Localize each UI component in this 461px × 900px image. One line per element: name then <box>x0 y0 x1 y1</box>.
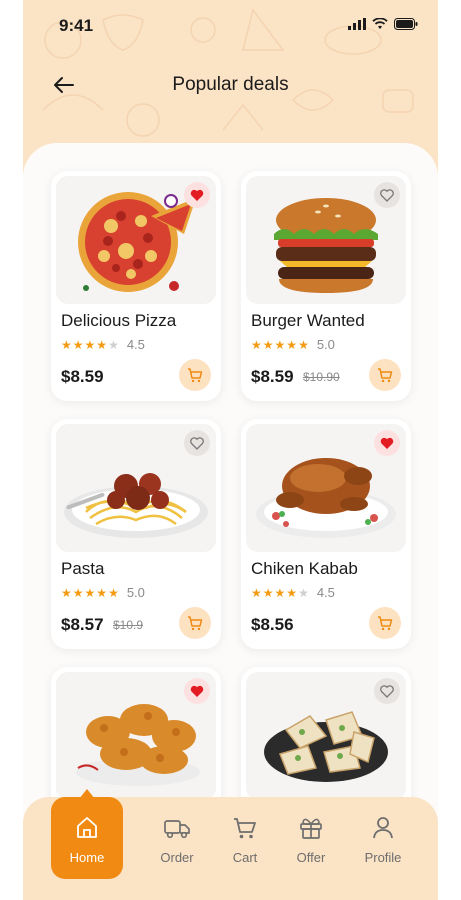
rating-score: 5.0 <box>316 337 335 352</box>
heart-outline-icon <box>380 684 394 698</box>
bottom-navigation: Home Order Cart Offer Profile <box>23 789 438 900</box>
product-name: Chiken Kabab <box>251 559 358 578</box>
cart-icon <box>378 368 393 383</box>
heart-outline-icon <box>380 188 394 202</box>
star-icon: ★ <box>61 585 72 600</box>
product-card[interactable]: Delicious Pizza ★ ★ ★ ★ ★ 4.5 $8.59 <box>51 171 221 401</box>
nav-label: Offer <box>296 850 326 865</box>
cart-icon <box>188 616 203 631</box>
add-to-cart-button[interactable] <box>369 359 401 391</box>
cart-icon <box>234 818 256 839</box>
add-to-cart-button[interactable] <box>179 359 211 391</box>
product-old-price: $10.9 <box>113 618 144 632</box>
product-name: Delicious Pizza <box>61 311 177 330</box>
nav-label: Home <box>69 850 105 865</box>
header: Popular deals <box>23 60 438 110</box>
status-icons <box>348 18 418 30</box>
star-icon: ★ <box>298 337 309 352</box>
nav-label: Order <box>160 850 194 865</box>
nav-label: Cart <box>232 850 258 865</box>
star-icon: ★ <box>274 337 286 352</box>
nav-item-order[interactable]: Order <box>147 797 207 877</box>
product-image <box>246 176 406 304</box>
page-title: Popular deals <box>172 74 289 95</box>
product-image <box>246 424 406 552</box>
profile-icon <box>373 817 393 839</box>
heart-outline-icon <box>190 436 204 450</box>
nav-item-cart[interactable]: Cart <box>215 797 275 877</box>
star-icon: ★ <box>262 585 274 600</box>
product-old-price: $10.90 <box>303 370 340 384</box>
favorite-button[interactable] <box>184 678 210 704</box>
star-icon: ★ <box>286 585 298 600</box>
product-card[interactable]: Chiken Kabab ★ ★ ★ ★ ★ 4.5 $8.56 <box>241 419 411 649</box>
star-icon: ★ <box>274 585 286 600</box>
star-icon: ★ <box>96 585 108 600</box>
star-icon: ★ <box>96 337 108 352</box>
product-card[interactable]: Burger Wanted ★ ★ ★ ★ ★ 5.0 $8.59 $10.90 <box>241 171 411 401</box>
heart-icon <box>190 189 204 201</box>
wifi-icon <box>372 18 388 29</box>
status-time: 9:41 <box>59 16 94 35</box>
rating-score: 5.0 <box>126 585 145 600</box>
product-price: $8.59 <box>251 367 294 386</box>
nav-item-profile[interactable]: Profile <box>353 797 413 877</box>
favorite-button[interactable] <box>184 430 210 456</box>
star-icon: ★ <box>72 337 84 352</box>
truck-icon <box>164 820 190 839</box>
star-icon: ★ <box>108 337 119 352</box>
rating-score: 4.5 <box>316 585 335 600</box>
product-price: $8.59 <box>61 367 104 386</box>
product-rating: ★ ★ ★ ★ ★ 5.0 <box>251 337 335 352</box>
product-rating: ★ ★ ★ ★ ★ 5.0 <box>61 585 145 600</box>
cart-icon <box>378 616 393 631</box>
heart-icon <box>190 685 204 697</box>
product-rating: ★ ★ ★ ★ ★ 4.5 <box>61 337 145 352</box>
star-icon: ★ <box>286 337 298 352</box>
product-rating: ★ ★ ★ ★ ★ 4.5 <box>251 585 335 600</box>
home-icon <box>77 817 97 838</box>
product-price: $8.57 <box>61 615 104 634</box>
heart-icon <box>380 437 394 449</box>
product-price: $8.56 <box>251 615 294 634</box>
add-to-cart-button[interactable] <box>179 607 211 639</box>
star-icon: ★ <box>251 585 262 600</box>
favorite-button[interactable] <box>184 182 210 208</box>
add-to-cart-button[interactable] <box>369 607 401 639</box>
gift-icon <box>300 818 322 839</box>
product-image <box>56 424 216 552</box>
nav-item-home[interactable]: Home <box>51 789 123 879</box>
cart-icon <box>188 368 203 383</box>
battery-icon <box>394 18 418 30</box>
product-name: Burger Wanted <box>251 311 365 330</box>
product-image <box>56 176 216 304</box>
star-icon: ★ <box>84 585 96 600</box>
product-image <box>246 672 406 800</box>
star-icon: ★ <box>84 337 96 352</box>
nav-label: Profile <box>364 850 402 865</box>
favorite-button[interactable] <box>374 182 400 208</box>
star-icon: ★ <box>72 585 84 600</box>
favorite-button[interactable] <box>374 430 400 456</box>
phone-screen: 9:41 Popular deals Delicious Pizza ★ ★ ★… <box>23 0 438 900</box>
status-bar: 9:41 <box>23 0 438 50</box>
star-icon: ★ <box>262 337 274 352</box>
product-image <box>56 672 216 800</box>
product-name: Pasta <box>61 559 105 578</box>
signal-icon <box>348 18 366 30</box>
star-icon: ★ <box>61 337 72 352</box>
star-icon: ★ <box>251 337 262 352</box>
favorite-button[interactable] <box>374 678 400 704</box>
star-icon: ★ <box>298 585 309 600</box>
product-card[interactable]: Pasta ★ ★ ★ ★ ★ 5.0 $8.57 $10.9 <box>51 419 221 649</box>
nav-item-offer[interactable]: Offer <box>281 797 341 877</box>
rating-score: 4.5 <box>126 337 145 352</box>
star-icon: ★ <box>108 585 119 600</box>
nav-notch <box>79 789 95 799</box>
products-sheet: Delicious Pizza ★ ★ ★ ★ ★ 4.5 $8.59 Burg… <box>23 143 438 900</box>
